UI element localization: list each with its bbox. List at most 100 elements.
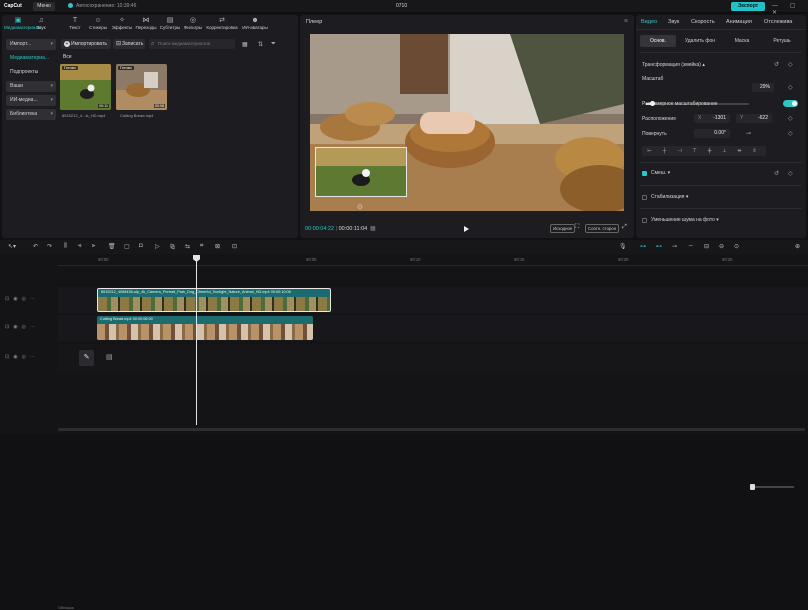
tab-adjust[interactable]: ⇄ Корректировка (205, 17, 239, 30)
sort-icon[interactable]: ⇅ (258, 41, 263, 48)
stabilize-checkbox[interactable] (642, 195, 647, 200)
export-button[interactable]: Экспорт (731, 2, 765, 11)
keyframe-icon[interactable]: ◇ (788, 84, 793, 91)
rotate-handle-icon[interactable]: ⊙ (357, 203, 363, 211)
more-icon[interactable]: ⊡ (232, 243, 237, 250)
split-left-icon[interactable]: ⫷ (78, 243, 81, 250)
tab-tracking[interactable]: Отслежива (764, 19, 792, 25)
reset-icon[interactable]: ↺ (774, 61, 779, 68)
record-button[interactable]: ⊟ Записать (113, 39, 145, 49)
track1-controls[interactable]: ⊡◉◎⋯ (5, 296, 39, 302)
magnet-icon[interactable]: ⊷ (656, 243, 662, 250)
blend-section[interactable]: Смеш. ▾ (651, 170, 670, 176)
position-y-field[interactable]: Y -622 (736, 114, 772, 123)
media-item-bread[interactable]: Готово 00:08 (116, 64, 167, 110)
align-middle-icon[interactable]: ╪ (702, 146, 717, 156)
filter-icon[interactable]: ⏷ (271, 41, 276, 48)
track3-controls[interactable]: ⊡◉◎⋯ (5, 354, 39, 360)
menu-icon[interactable]: ≡ (624, 18, 628, 25)
zoom-in-icon[interactable]: ⊕ (795, 243, 800, 250)
sidebar-item-library[interactable]: Библиотека ▾ (6, 109, 56, 120)
track2-controls[interactable]: ⊡◉◎⋯ (5, 324, 39, 330)
sidebar-item-yours[interactable]: Ваши ▾ (6, 81, 56, 92)
zoom-out-icon[interactable]: ⊖ (719, 243, 724, 250)
playhead[interactable] (196, 257, 197, 425)
split-icon[interactable]: ⫼ (64, 243, 67, 250)
aspect-ratio-button[interactable]: Соотн. сторон (585, 224, 620, 233)
select-tool-icon[interactable]: ↖▾ (8, 243, 16, 250)
original-quality-button[interactable]: Исходное (550, 224, 576, 233)
tab-speed[interactable]: Скорость (691, 19, 715, 25)
fullscreen-crop-icon[interactable]: ⛶ (575, 224, 579, 231)
tab-stickers[interactable]: ☺ Стикеры (85, 17, 111, 30)
tab-transitions[interactable]: ⋈ Переходы (133, 17, 159, 30)
delete-icon[interactable]: 🗑 (108, 243, 116, 250)
grid-view-icon[interactable]: ▦ (242, 41, 248, 48)
tab-effects[interactable]: ✧ Эффекты (109, 17, 135, 30)
tab-media[interactable]: ▣ Медиаматериалы (4, 17, 41, 30)
linkage-icon[interactable]: ⊸ (672, 243, 677, 250)
undo-icon[interactable]: ↶ (33, 243, 38, 250)
split-view-icon[interactable]: ⊟ (704, 243, 709, 250)
distribute-v-icon[interactable]: ⇳ (747, 146, 762, 156)
keyframe-icon[interactable]: ◇ (788, 115, 793, 122)
blend-checkbox[interactable] (642, 171, 647, 176)
zoom-slider[interactable] (750, 484, 794, 490)
denoise-section[interactable]: Уменьшение шума на фото ▾ (651, 217, 719, 223)
microphone-icon[interactable]: 🎙 (619, 243, 627, 250)
distribute-h-icon[interactable]: ⇹ (732, 146, 747, 156)
redo-icon[interactable]: ↷ (47, 243, 52, 250)
tab-ai-avatars[interactable]: ☻ ИИ-аватары (240, 17, 270, 30)
reverse-icon[interactable]: ⇆ (185, 243, 190, 250)
align-left-icon[interactable]: ⊢ (642, 146, 657, 156)
bread-clip[interactable]: Cutting Bread.mp4 00:00:08:00 (97, 316, 313, 340)
zoom-slider-knob[interactable] (750, 484, 755, 490)
transform-icon[interactable]: ⊠ (215, 243, 220, 250)
video-preview[interactable] (310, 34, 624, 211)
pip-overlay[interactable] (315, 147, 407, 197)
main-menu-button[interactable]: Меню (33, 2, 55, 11)
align-center-h-icon[interactable]: ┼ (657, 146, 672, 156)
tab-animation[interactable]: Анимация (726, 19, 752, 25)
filter-all-label[interactable]: Все (63, 54, 72, 60)
keyframe-icon[interactable]: ◇ (788, 170, 793, 177)
dog-clip[interactable]: 8515212_4068435-ulp_4k_Camera_Portrait_P… (97, 288, 331, 312)
split-right-icon[interactable]: ⫸ (92, 243, 95, 250)
transform-section-title[interactable]: Трансформация (змейка) ▴ (642, 62, 705, 68)
cover-label[interactable]: Обложка (58, 606, 74, 610)
align-top-icon[interactable]: ⊤ (687, 146, 702, 156)
scale-field[interactable]: 29% (752, 83, 774, 92)
mirror-icon[interactable]: ⧎ (170, 243, 175, 250)
keyframe-icon[interactable]: ◇ (788, 61, 793, 68)
denoise-checkbox[interactable] (642, 218, 647, 223)
expand-icon[interactable]: ⤢ (622, 224, 627, 231)
zoom-fit-icon[interactable]: ⊙ (734, 243, 739, 250)
subtab-retouch[interactable]: Ретушь (764, 35, 800, 47)
reset-icon[interactable]: ↺ (774, 170, 779, 177)
keyframe-icon[interactable]: ◇ (788, 130, 793, 137)
time-ruler[interactable]: 00:00 00:05 00:10 00:15 00:20 00:25 (58, 254, 808, 266)
timeline-scrollbar[interactable] (58, 428, 805, 431)
tab-audio[interactable]: ♫ Звук (31, 17, 51, 30)
timeline[interactable]: 00:00 00:05 00:10 00:15 00:20 00:25 ⊡◉◎⋯… (0, 254, 808, 610)
position-x-field[interactable]: X -1301 (694, 114, 730, 123)
flip-icon[interactable]: ⊸ (746, 130, 751, 137)
tab-text[interactable]: T Текст (65, 17, 85, 30)
sidebar-item-subprojects[interactable]: Подпроекты (6, 67, 56, 78)
sidebar-item-import[interactable]: Импорт... ▾ (6, 39, 56, 50)
film-icon[interactable]: ▤ (106, 353, 113, 361)
tab-filters[interactable]: ◎ Фильтры (180, 17, 206, 30)
align-right-icon[interactable]: ⊣ (672, 146, 687, 156)
play-icon[interactable] (464, 226, 469, 232)
edit-cover-icon[interactable]: ✎ (79, 350, 94, 366)
link-main-icon[interactable]: ⊶ (640, 243, 646, 250)
subtab-remove-bg[interactable]: Удалить фон (680, 35, 720, 47)
project-name[interactable]: 0710 (396, 3, 407, 9)
crop-icon[interactable]: ⌗ (200, 243, 203, 250)
tab-audio[interactable]: Звук (668, 19, 679, 25)
rotate-field[interactable]: 0.00° (694, 129, 730, 138)
media-item-dog[interactable]: Готово 00:11 (60, 64, 111, 110)
stabilize-section[interactable]: Стабилизация ▾ (651, 194, 688, 200)
preview-axis-icon[interactable]: ⇔ (688, 243, 694, 249)
subtab-mask[interactable]: Маска (724, 35, 760, 47)
